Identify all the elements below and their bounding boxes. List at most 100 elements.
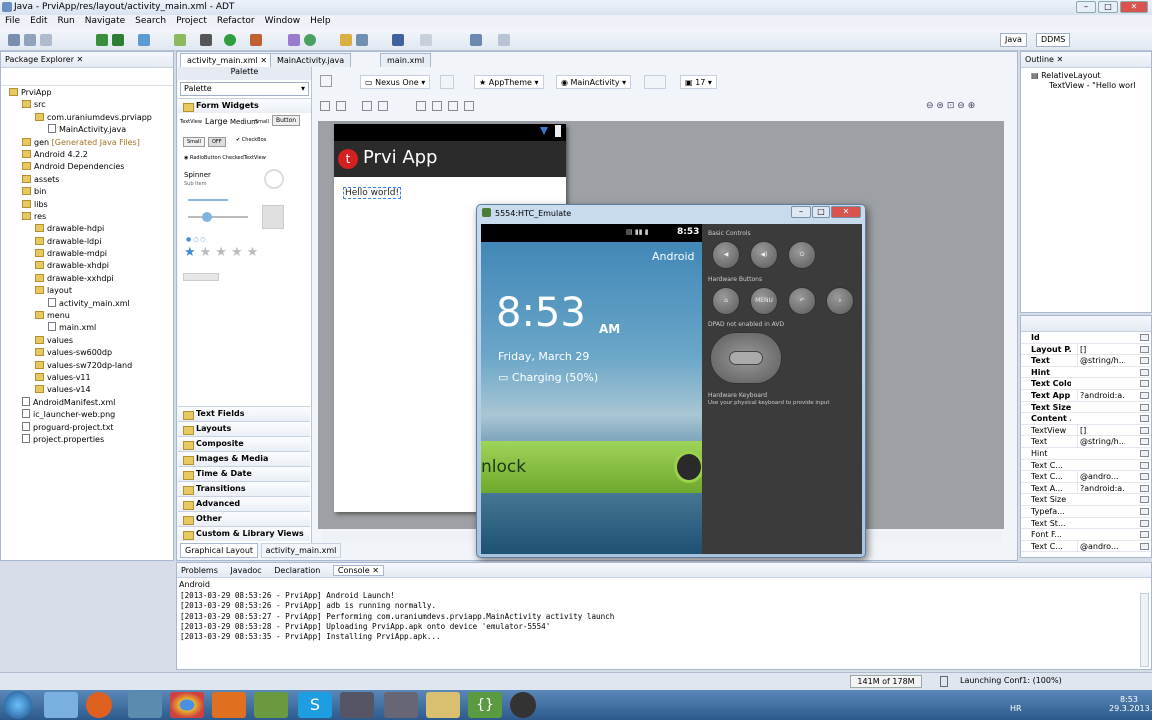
layout-action-icon[interactable] <box>320 101 330 111</box>
taskbar-media-icon[interactable] <box>86 692 112 718</box>
property-row[interactable]: Text App... ?android:a... <box>1021 389 1151 402</box>
preview-hello-textview[interactable]: Hello world! <box>343 187 402 199</box>
api-selector[interactable]: ▣ 17 ▾ <box>680 75 717 89</box>
property-value[interactable]: @string/h... <box>1077 355 1125 367</box>
theme-selector[interactable]: ★ AppTheme ▾ <box>474 75 544 89</box>
widget-seekbar[interactable] <box>188 216 248 218</box>
tree-item[interactable]: drawable-xhdpi <box>1 260 173 272</box>
save-icon[interactable] <box>24 34 36 46</box>
menu-search[interactable]: Search <box>130 15 171 27</box>
maximize-button[interactable]: □ <box>1098 1 1118 13</box>
property-row[interactable]: Text Size <box>1021 402 1151 414</box>
zoom-out-icon[interactable]: ⊖ <box>957 101 965 111</box>
property-edit-icon[interactable] <box>1140 473 1149 481</box>
widget-radio-group[interactable]: ● ○ ○ <box>186 236 206 243</box>
property-value[interactable]: ?android:a... <box>1077 482 1125 494</box>
widget-medium-text[interactable]: Medium <box>230 118 258 126</box>
taskbar-firefox-icon[interactable] <box>212 692 246 718</box>
tree-item[interactable]: drawable-ldpi <box>1 236 173 248</box>
emulator-minimize-button[interactable]: – <box>791 206 811 218</box>
taskbar-folder-icon[interactable] <box>426 692 460 718</box>
palette-section-composite[interactable]: Composite <box>178 436 310 451</box>
layout-action-icon[interactable] <box>448 101 458 111</box>
taskbar-eclipse-icon[interactable]: {} <box>468 692 502 718</box>
property-edit-icon[interactable] <box>1140 531 1149 539</box>
palette-section-time-date[interactable]: Time & Date <box>178 466 310 481</box>
config-icon[interactable] <box>320 75 332 87</box>
power-button[interactable]: ⏻ <box>788 241 816 269</box>
menu-project[interactable]: Project <box>171 15 212 27</box>
menu-help[interactable]: Help <box>305 15 336 27</box>
console-scrollbar[interactable] <box>1140 593 1149 667</box>
property-row[interactable]: Typefa... <box>1021 506 1151 518</box>
property-edit-icon[interactable] <box>1140 484 1149 492</box>
tree-item[interactable]: Android 4.2.2 <box>1 149 173 161</box>
property-edit-icon[interactable] <box>1140 345 1149 353</box>
widget-switch[interactable] <box>183 273 219 281</box>
unlock-slider[interactable]: nlock <box>481 441 702 493</box>
tab-activity-main-xml[interactable]: activity_main.xml ✕ <box>180 53 275 67</box>
emulator-screen[interactable]: ▤ ▮▮ ▮ 8:53 Android 8:53 AM Friday, Marc… <box>481 224 702 554</box>
layout-action-icon[interactable] <box>378 101 388 111</box>
save-all-icon[interactable] <box>40 34 52 46</box>
property-edit-icon[interactable] <box>1140 449 1149 457</box>
property-row[interactable]: Text @string/h... <box>1021 436 1151 448</box>
property-row[interactable]: TextView [] <box>1021 424 1151 437</box>
tree-item[interactable]: PrviApp <box>1 87 173 99</box>
palette-section-text-fields[interactable]: Text Fields <box>178 406 310 421</box>
avd-manager-icon[interactable] <box>112 34 124 46</box>
perspective-java[interactable]: Java <box>1000 33 1027 47</box>
property-value[interactable]: @andro... <box>1077 540 1125 552</box>
palette-section-other[interactable]: Other <box>178 511 310 526</box>
taskbar-skype-icon[interactable]: S <box>298 692 332 718</box>
activity-selector[interactable]: ◉ MainActivity ▾ <box>556 75 632 89</box>
lint-icon[interactable] <box>174 34 186 46</box>
taskbar-minecraft-icon[interactable] <box>254 692 288 718</box>
tree-item[interactable]: ic_launcher-web.png <box>1 409 173 421</box>
back-icon[interactable] <box>470 34 482 46</box>
property-edit-icon[interactable] <box>1140 438 1149 446</box>
widget-progressbar[interactable] <box>188 199 228 201</box>
volume-up-button[interactable]: ◀) <box>750 241 778 269</box>
tree-item[interactable]: res <box>1 211 173 223</box>
tree-item[interactable]: src <box>1 99 173 111</box>
property-row[interactable]: Text St... <box>1021 518 1151 530</box>
property-edit-icon[interactable] <box>1140 415 1149 423</box>
tree-item[interactable]: layout <box>1 285 173 297</box>
zoom-fit-icon[interactable]: ⊖ <box>926 101 934 111</box>
outline-item-relativelayout[interactable]: ▤ RelativeLayout <box>1021 68 1151 80</box>
layout-action-icon[interactable] <box>432 101 442 111</box>
palette-dropdown[interactable]: Palette ▾ <box>180 82 309 96</box>
widget-large-text[interactable]: Large <box>205 117 228 126</box>
zoom-actual-icon[interactable]: ⊜ <box>936 101 944 111</box>
package-explorer-tab[interactable]: Package Explorer ✕ <box>1 52 173 68</box>
property-row[interactable]: Id <box>1021 332 1151 344</box>
volume-down-button[interactable]: ◀ <box>712 241 740 269</box>
property-edit-icon[interactable] <box>1140 403 1149 411</box>
property-row[interactable]: Font F... <box>1021 529 1151 541</box>
new-class-icon[interactable] <box>288 34 300 46</box>
zoom-screen-icon[interactable]: ⊡ <box>947 101 955 111</box>
property-row[interactable]: Hint <box>1021 448 1151 460</box>
forward-icon[interactable] <box>498 34 510 46</box>
tab-main-xml[interactable]: main.xml <box>380 53 432 67</box>
taskbar-tool-icon[interactable] <box>340 692 374 718</box>
widget-toggle-button[interactable]: OFF <box>208 137 226 147</box>
device-selector[interactable]: ▭ Nexus One ▾ <box>360 75 431 89</box>
android-sdk-icon[interactable] <box>96 34 108 46</box>
palette-section-images-media[interactable]: Images & Media <box>178 451 310 466</box>
property-row[interactable]: Text C... @andro... <box>1021 540 1151 553</box>
widget-button[interactable]: Button <box>272 115 301 126</box>
tab-graphical-layout[interactable]: Graphical Layout <box>180 543 259 558</box>
search-button[interactable]: ⌕ <box>826 287 854 315</box>
palette-section-advanced[interactable]: Advanced <box>178 496 310 511</box>
tab-mainactivity-java[interactable]: MainActivity.java <box>270 53 352 67</box>
taskbar-tool2-icon[interactable] <box>384 692 418 718</box>
property-row[interactable]: Layout P... [] <box>1021 343 1151 356</box>
palette-section-layouts[interactable]: Layouts <box>178 421 310 436</box>
outline-item-textview[interactable]: TextView - "Hello worl <box>1021 80 1151 90</box>
palette-section-form-widgets[interactable]: Form Widgets <box>178 98 311 113</box>
close-button[interactable]: ✕ <box>1120 1 1148 13</box>
zoom-in-icon[interactable]: ⊕ <box>968 101 976 111</box>
dpad-control[interactable] <box>710 332 782 384</box>
